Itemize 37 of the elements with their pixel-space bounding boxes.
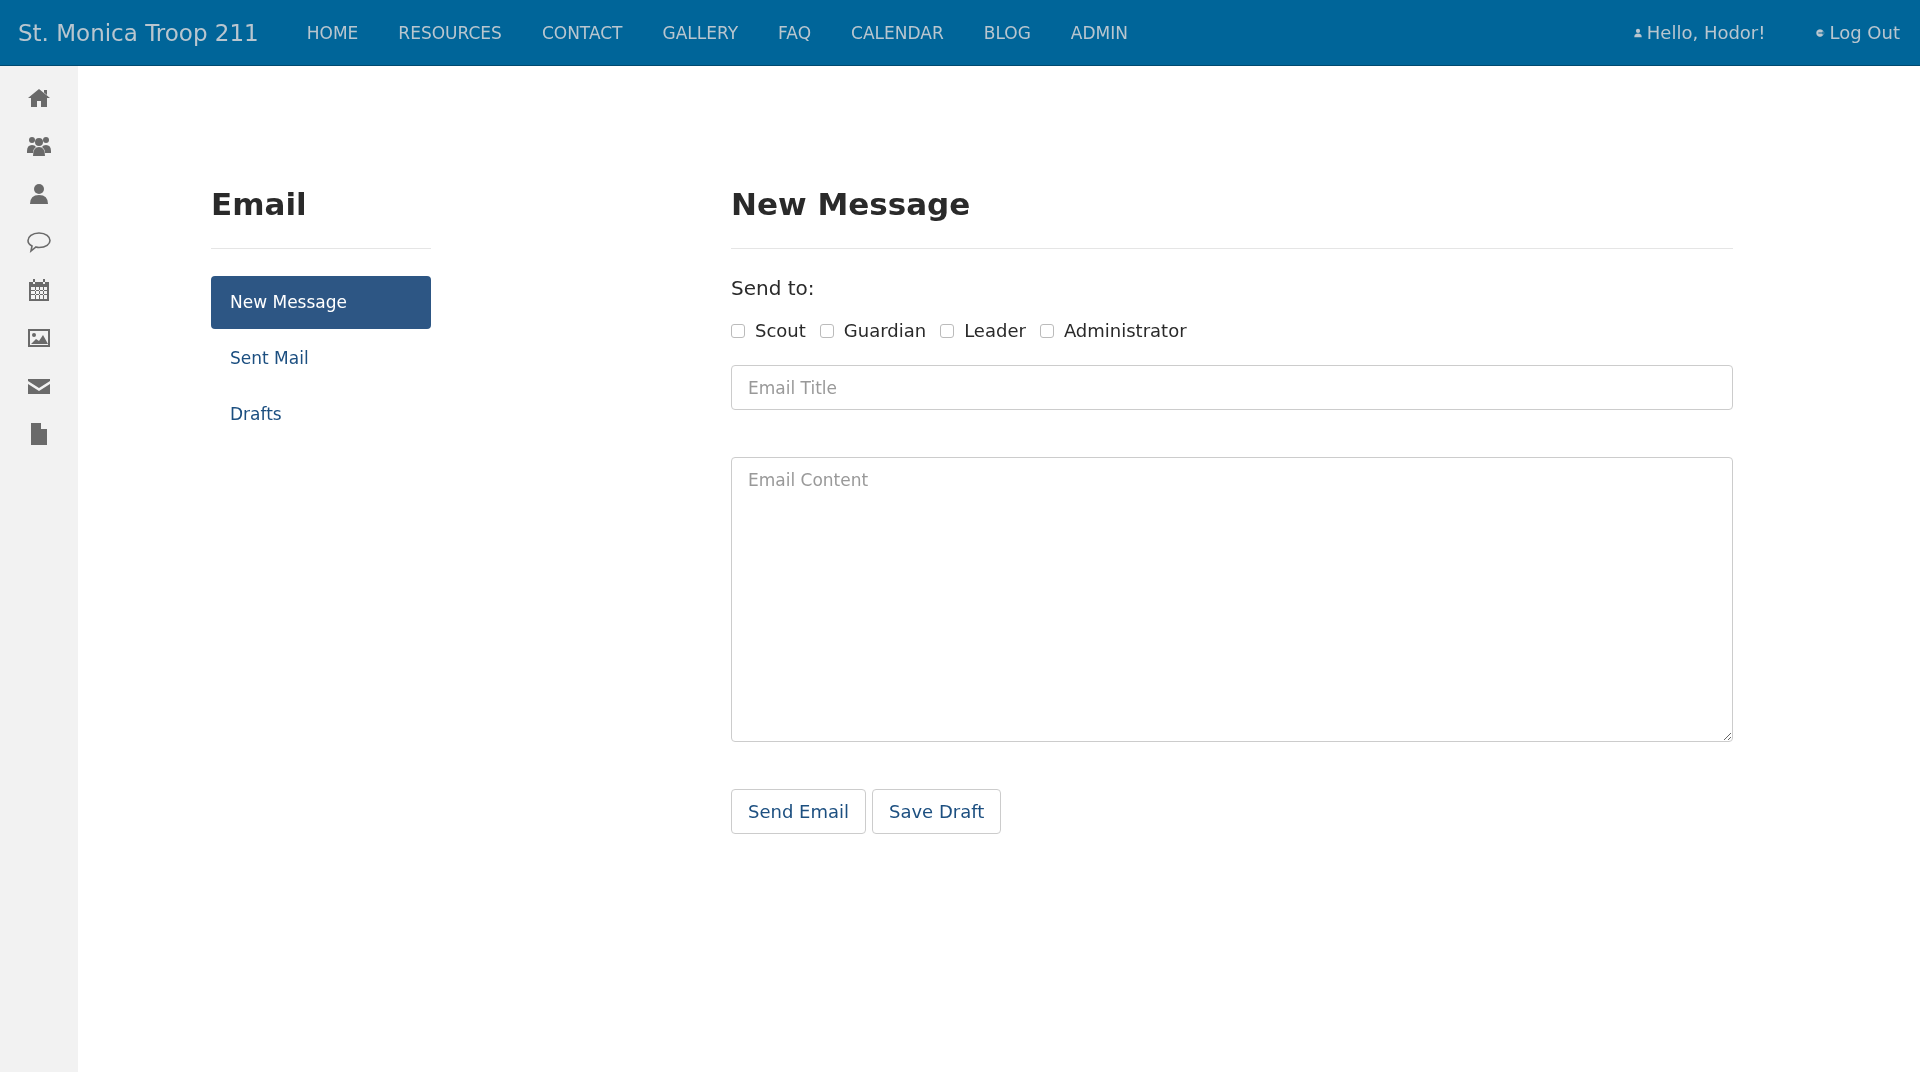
checkbox-label: Administrator	[1063, 320, 1187, 341]
chat-icon[interactable]	[27, 230, 51, 254]
form-button[interactable]: Save Draft	[872, 789, 1002, 834]
section-heading: Email	[211, 186, 431, 249]
menu-item[interactable]: Drafts	[211, 388, 431, 441]
checkbox-label: Leader	[964, 320, 1026, 341]
nav-link[interactable]: FAQ	[778, 22, 812, 43]
user-icon	[1632, 27, 1643, 38]
logout-link[interactable]: Log Out	[1815, 22, 1900, 43]
home-icon[interactable]	[27, 86, 51, 110]
checkbox-label: Guardian	[843, 320, 927, 341]
site-title[interactable]: St. Monica Troop 211	[18, 19, 259, 46]
nav-link[interactable]: CONTACT	[541, 22, 623, 43]
form-heading: New Message	[731, 186, 1733, 249]
logout-icon	[1815, 27, 1826, 38]
user-icon[interactable]	[27, 182, 51, 206]
email-content-field[interactable]: Email Content	[731, 457, 1733, 742]
nav-link[interactable]: HOME	[306, 22, 359, 43]
nav-link[interactable]: GALLERY	[662, 22, 739, 43]
user-greeting-link[interactable]: Hello, Hodor!	[1632, 22, 1766, 43]
image-icon[interactable]	[27, 326, 51, 350]
checkbox[interactable]	[731, 323, 745, 338]
menu-item[interactable]: Sent Mail	[211, 332, 431, 385]
checkbox[interactable]	[819, 323, 834, 338]
nav-link[interactable]: ADMIN	[1070, 22, 1128, 43]
checkbox-label: Scout	[755, 320, 806, 341]
nav-link[interactable]: BLOG	[983, 22, 1031, 43]
nav-link[interactable]: CALENDAR	[851, 22, 944, 43]
form-button[interactable]: Send Email	[731, 789, 866, 834]
checkbox[interactable]	[940, 323, 955, 338]
calendar-icon[interactable]	[27, 278, 51, 302]
send-to-label: Send to:	[731, 276, 816, 300]
group-icon[interactable]	[27, 134, 51, 158]
menu-item[interactable]: New Message	[211, 276, 431, 329]
checkbox[interactable]	[1039, 323, 1054, 338]
email-title-field[interactable]: Email Title	[731, 365, 1733, 410]
nav-link[interactable]: RESOURCES	[398, 22, 502, 43]
